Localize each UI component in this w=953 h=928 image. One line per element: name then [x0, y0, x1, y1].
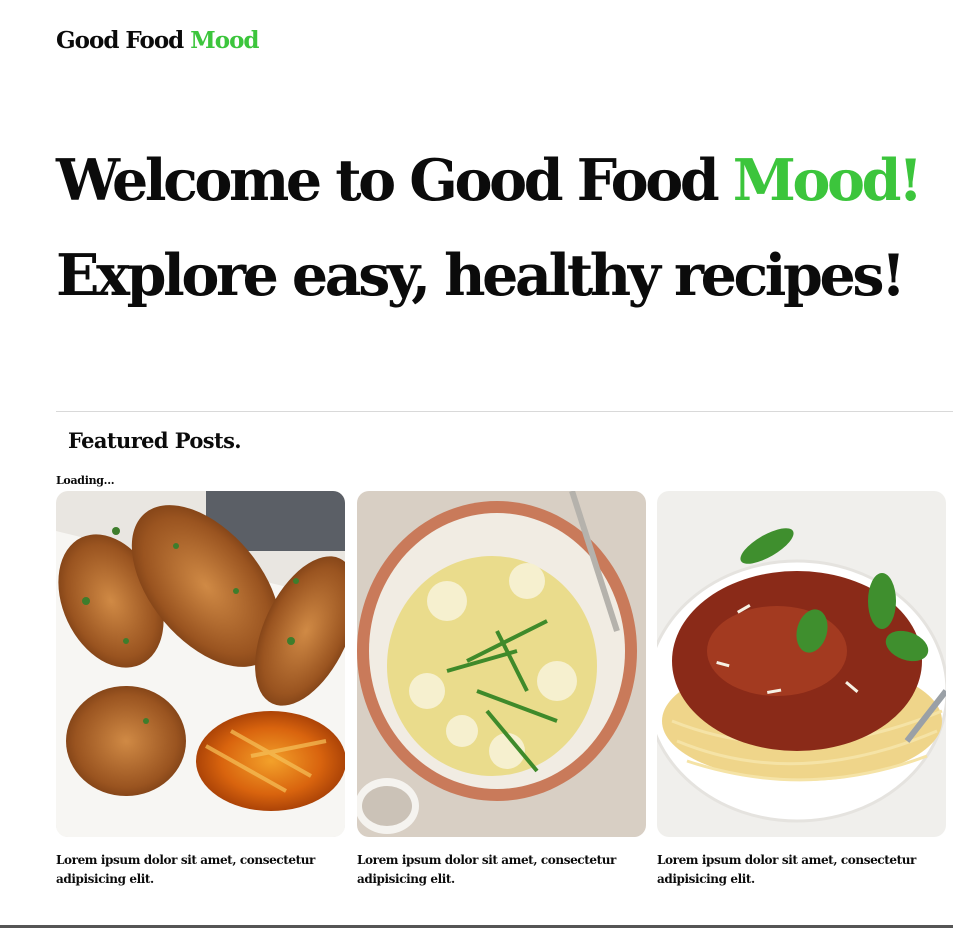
post-excerpt: Lorem ipsum dolor sit amet, consectetur …	[56, 853, 315, 886]
loading-indicator: Loading...	[56, 474, 115, 487]
hero-line-welcome: Welcome to Good Food Mood!	[56, 133, 936, 228]
section-divider	[56, 411, 953, 412]
post-excerpt: Lorem ipsum dolor sit amet, consectetur …	[657, 853, 916, 886]
post-card[interactable]: Lorem ipsum dolor sit amet, consectetur …	[657, 491, 946, 889]
post-card[interactable]: Lorem ipsum dolor sit amet, consectetur …	[56, 491, 345, 889]
hero-exclamation: !	[898, 147, 923, 214]
hero-accent-word: Mood	[732, 147, 902, 214]
post-excerpt: Lorem ipsum dolor sit amet, consectetur …	[357, 853, 616, 886]
post-image-orzo-salad[interactable]	[357, 491, 646, 837]
site-logo[interactable]: Good Food Mood	[56, 27, 260, 54]
hero-heading: Welcome to Good Food Mood! Explore easy,…	[56, 133, 936, 323]
logo-text-primary: Good Food	[56, 27, 191, 54]
featured-posts-title: Featured Posts.	[68, 428, 242, 453]
logo-text-accent: Mood	[190, 27, 259, 54]
post-image-spaghetti-bolognese[interactable]	[657, 491, 946, 837]
hero-line-explore: Explore easy, healthy recipes!	[56, 242, 906, 309]
hero-welcome-text: Welcome to Good Food	[56, 147, 733, 214]
featured-posts-grid: Lorem ipsum dolor sit amet, consectetur …	[56, 491, 946, 891]
post-image-chicken-tenders[interactable]	[56, 491, 345, 837]
post-card[interactable]: Lorem ipsum dolor sit amet, consectetur …	[357, 491, 646, 889]
